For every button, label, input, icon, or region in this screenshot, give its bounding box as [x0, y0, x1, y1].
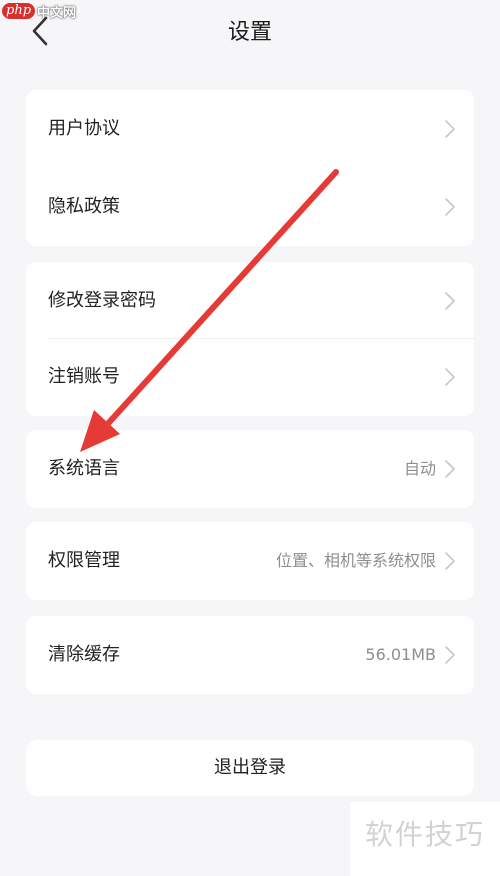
settings-row-privacy-policy[interactable]: 隐私政策 [26, 168, 474, 246]
settings-card-language: 系统语言 自动 [26, 430, 474, 508]
settings-row-user-agreement[interactable]: 用户协议 [26, 90, 474, 168]
settings-row-delete-account[interactable]: 注销账号 [26, 338, 474, 416]
page-title: 设置 [227, 20, 272, 45]
row-value: 自动 [403, 459, 436, 478]
chevron-right-icon [445, 198, 455, 216]
settings-row-system-language[interactable]: 系统语言 自动 [26, 430, 474, 508]
row-label: 权限管理 [48, 550, 120, 571]
logout-button[interactable]: 退出登录 [26, 740, 474, 796]
row-label: 系统语言 [48, 458, 120, 479]
row-value: 56.01MB [365, 645, 436, 664]
chevron-right-icon [445, 552, 455, 570]
chevron-right-icon [445, 460, 455, 478]
chevron-right-icon [445, 646, 455, 664]
row-label: 清除缓存 [48, 644, 120, 665]
settings-row-clear-cache[interactable]: 清除缓存 56.01MB [26, 616, 474, 694]
chevron-right-icon [445, 368, 455, 386]
row-label: 用户协议 [48, 118, 120, 139]
settings-row-permission-management[interactable]: 权限管理 位置、相机等系统权限 [26, 522, 474, 600]
settings-card-permissions: 权限管理 位置、相机等系统权限 [26, 522, 474, 600]
row-value: 位置、相机等系统权限 [275, 551, 436, 570]
settings-card-cache: 清除缓存 56.01MB [26, 616, 474, 694]
settings-card-agreements: 用户协议 隐私政策 [26, 90, 474, 246]
chevron-right-icon [445, 292, 455, 310]
row-label: 修改登录密码 [48, 290, 156, 311]
row-label: 注销账号 [48, 366, 120, 387]
settings-card-account: 修改登录密码 注销账号 [26, 262, 474, 416]
settings-row-change-password[interactable]: 修改登录密码 [26, 262, 474, 340]
nav-bar: php 中文网 设置 [0, 0, 500, 68]
row-label: 隐私政策 [48, 196, 120, 217]
logout-label: 退出登录 [214, 757, 286, 778]
corner-watermark-text: 软件技巧 [364, 818, 485, 851]
chevron-right-icon [445, 120, 455, 138]
corner-watermark: 软件技巧 [350, 802, 500, 876]
